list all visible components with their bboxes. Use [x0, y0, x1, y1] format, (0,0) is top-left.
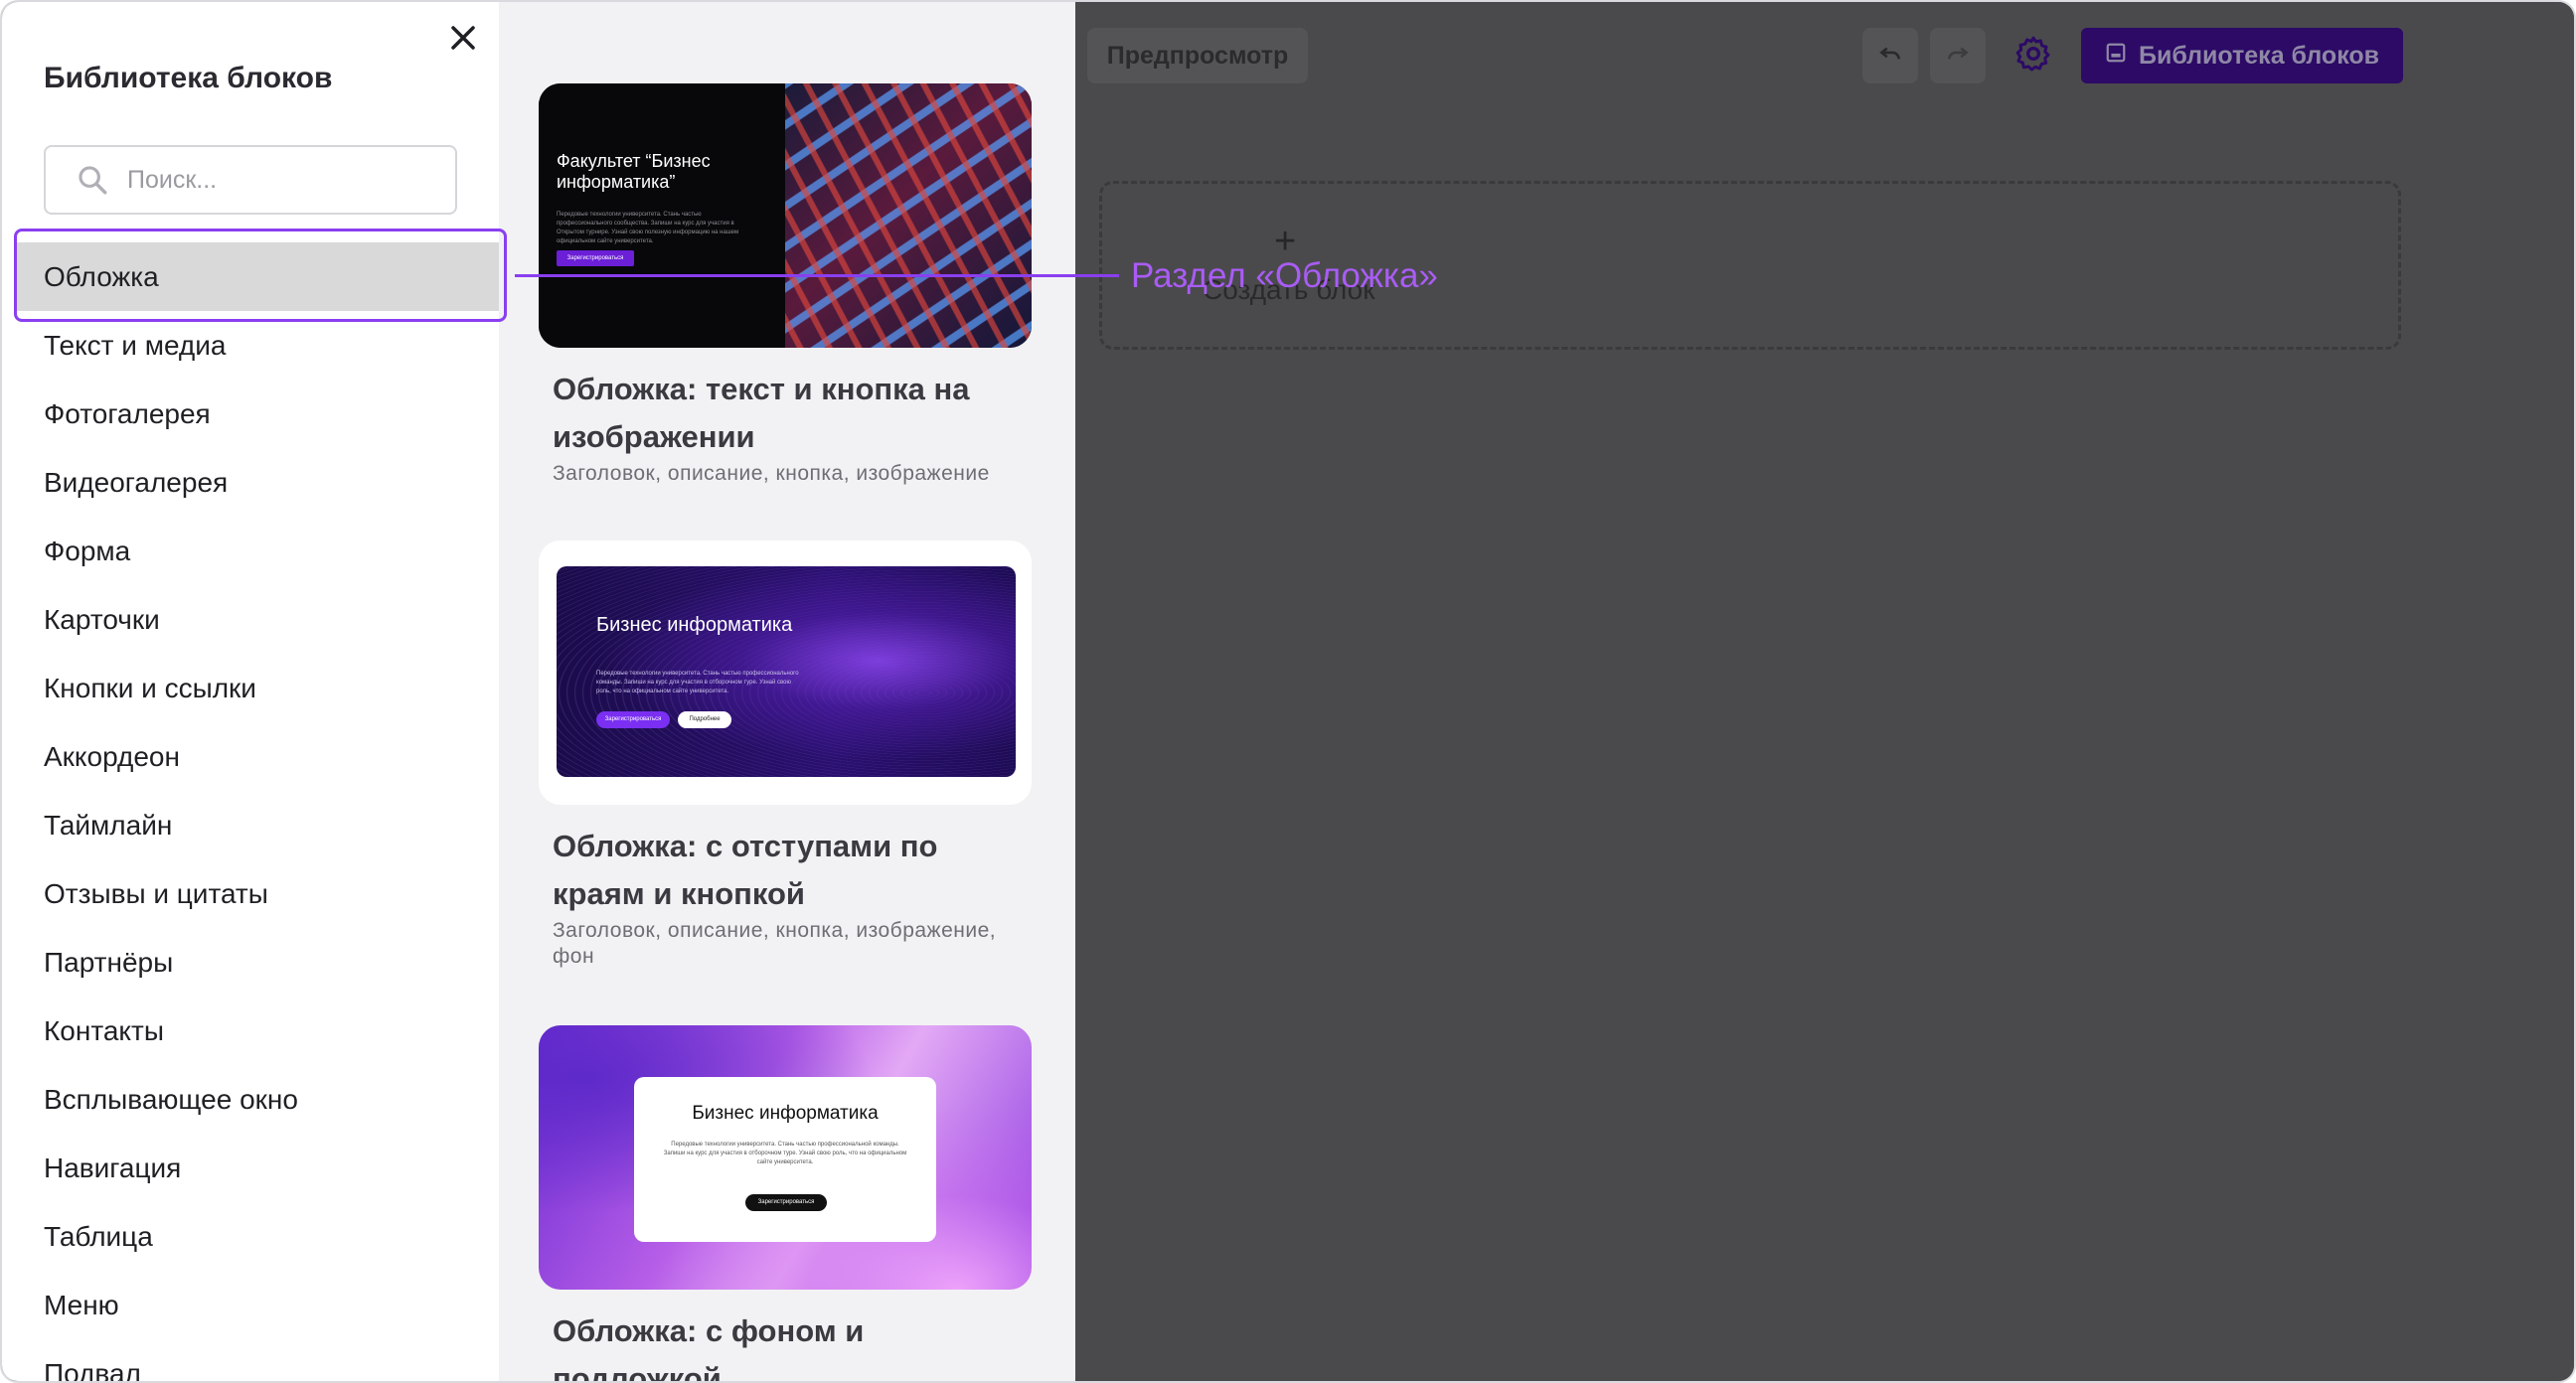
sidebar-item-contacts[interactable]: Контакты — [2, 997, 499, 1065]
sidebar-item-accordion[interactable]: Аккордеон — [2, 722, 499, 791]
thumbnail-primary-button: Зарегистрироваться — [596, 711, 670, 728]
template-panel: Факультет “Бизнес информатика” Передовые… — [499, 2, 1075, 1383]
template-title: Обложка: с отступами по краям и кнопкой — [553, 829, 938, 911]
thumbnail-heading: Бизнес информатика — [692, 1103, 879, 1124]
template-card[interactable]: Факультет “Бизнес информатика” Передовые… — [539, 83, 1032, 487]
block-library-button[interactable]: Библиотека блоков — [2081, 28, 2403, 83]
close-icon — [448, 23, 478, 58]
close-button[interactable] — [439, 16, 487, 64]
callout-label: Раздел «Обложка» — [1131, 256, 1438, 295]
sidebar-item-menu[interactable]: Меню — [2, 1271, 499, 1339]
template-tags: Заголовок, описание, кнопка, изображение… — [553, 919, 997, 968]
sidebar-item-navigation[interactable]: Навигация — [2, 1134, 499, 1202]
template-thumbnail: Бизнес информатика Передовые технологии … — [539, 540, 1032, 805]
sidebar-item-video-gallery[interactable]: Видеогалерея — [2, 448, 499, 517]
thumbnail-body: Передовые технологии университета. Стань… — [557, 212, 739, 244]
template-title: Обложка: с фоном и подложкой — [553, 1313, 865, 1383]
thumbnail-secondary-button: Подробнее — [678, 711, 731, 728]
search-input[interactable] — [127, 165, 425, 195]
sidebar-title: Библиотека блоков — [44, 62, 333, 94]
sidebar-item-partners[interactable]: Партнёры — [2, 928, 499, 997]
thumbnail-heading: Факультет “Бизнес информатика” — [557, 151, 711, 192]
sidebar-item-photo-gallery[interactable]: Фотогалерея — [2, 380, 499, 448]
template-thumbnail: Бизнес информатика Передовые технологии … — [539, 1025, 1032, 1290]
search-icon — [76, 163, 109, 197]
sidebar-item-form[interactable]: Форма — [2, 517, 499, 585]
app-window: Предпросмотр Библиотека блоков + Создать… — [0, 0, 2576, 1383]
sidebar-item-cover[interactable]: Обложка — [16, 242, 499, 311]
callout-line — [515, 274, 1119, 277]
thumbnail-button: Зарегистрироваться — [557, 250, 634, 266]
sidebar-item-popup[interactable]: Всплывающее окно — [2, 1065, 499, 1134]
gear-icon — [2013, 34, 2053, 78]
template-thumbnail: Факультет “Бизнес информатика” Передовые… — [539, 83, 1032, 348]
redo-icon — [1945, 41, 1971, 72]
redo-button[interactable] — [1930, 28, 1986, 83]
preview-button[interactable]: Предпросмотр — [1087, 28, 1308, 83]
thumbnail-body: Передовые технологии университета. Стань… — [596, 671, 799, 694]
settings-button[interactable] — [2010, 32, 2057, 79]
thumbnail-button: Зарегистрироваться — [745, 1194, 827, 1211]
thumbnail-body: Передовые технологии университета. Стань… — [663, 1142, 907, 1165]
search-box[interactable] — [44, 145, 457, 215]
undo-icon — [1877, 41, 1903, 72]
block-library-button-label: Библиотека блоков — [2138, 41, 2380, 70]
sidebar-item-table[interactable]: Таблица — [2, 1202, 499, 1271]
library-icon — [2105, 42, 2127, 71]
sidebar-item-buttons-links[interactable]: Кнопки и ссылки — [2, 654, 499, 722]
sidebar-item-reviews-quotes[interactable]: Отзывы и цитаты — [2, 859, 499, 928]
template-card[interactable]: Бизнес информатика Передовые технологии … — [539, 1025, 1032, 1383]
block-library-sidebar: Библиотека блоков Обложка Текст и медиа … — [2, 2, 499, 1382]
undo-button[interactable] — [1862, 28, 1918, 83]
template-title: Обложка: текст и кнопка на изображении — [553, 372, 970, 454]
sidebar-item-text-media[interactable]: Текст и медиа — [2, 311, 499, 380]
sidebar-item-timeline[interactable]: Таймлайн — [2, 791, 499, 859]
template-tags: Заголовок, описание, кнопка, изображение — [553, 462, 990, 485]
category-list: Обложка Текст и медиа Фотогалерея Видеог… — [2, 242, 499, 1382]
sidebar-item-footer[interactable]: Подвал — [2, 1339, 499, 1382]
sidebar-item-cards[interactable]: Карточки — [2, 585, 499, 654]
template-card[interactable]: Бизнес информатика Передовые технологии … — [539, 540, 1032, 970]
thumbnail-heading: Бизнес информатика — [596, 614, 793, 636]
